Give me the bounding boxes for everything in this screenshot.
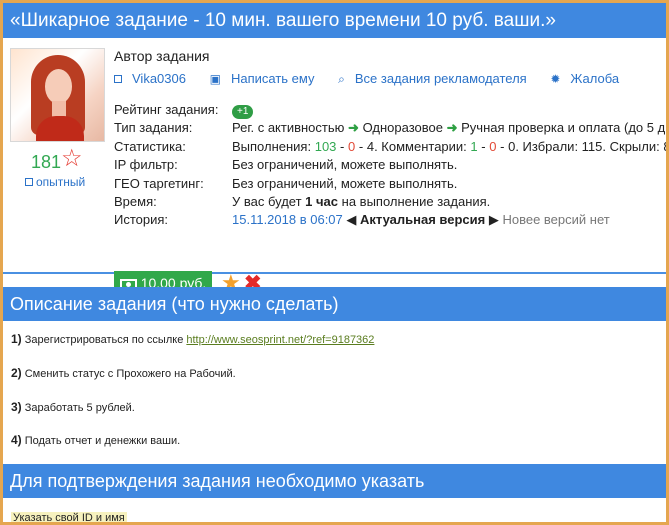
- rating-star-icon: ☆: [61, 145, 83, 172]
- avatar-dress: [36, 116, 84, 141]
- history-newer: Новее версий нет: [502, 212, 610, 227]
- description-step-4: 4) Подать отчет и денежки ваши.: [11, 433, 181, 447]
- description-step-2: 2) Сменить статус с Прохожего на Рабочий…: [11, 366, 236, 380]
- forward-arrow-icon: ▶: [488, 212, 499, 227]
- message-author-link[interactable]: ▣ Написать ему: [210, 71, 325, 86]
- description-step-1: 1) Зарегистрироваться по ссылке http://w…: [11, 332, 375, 346]
- info-label-rating: Рейтинг задания:: [114, 102, 219, 117]
- page-title: «Шикарное задание - 10 мин. вашего време…: [3, 3, 666, 38]
- complaint-link[interactable]: ✹ Жалоба: [550, 71, 629, 86]
- message-author-label: Написать ему: [230, 71, 315, 86]
- author-rating: 181: [31, 152, 62, 172]
- complaint-label: Жалоба: [570, 71, 620, 86]
- info-label-type: Тип задания:: [114, 120, 193, 135]
- back-arrow-icon: ◀: [346, 212, 357, 227]
- rating-badge: +1: [232, 102, 254, 119]
- info-label-stats: Статистика:: [114, 139, 186, 154]
- referral-link[interactable]: http://www.seosprint.net/?ref=9187362: [186, 334, 374, 346]
- info-value-type: Рег. с активностью ➜ Одноразовое ➜ Ручна…: [232, 120, 669, 135]
- user-icon: [114, 75, 122, 83]
- search-icon: ⌕: [338, 72, 345, 86]
- checkbox-icon: [25, 178, 33, 186]
- author-username: Vika0306: [132, 71, 186, 86]
- author-level[interactable]: опытный: [25, 175, 85, 189]
- all-tasks-label: Все задания рекламодателя: [354, 71, 527, 86]
- author-label: Автор задания: [114, 48, 210, 64]
- info-label-ip: IP фильтр:: [114, 157, 178, 172]
- history-current: Актуальная версия: [360, 212, 486, 227]
- task-card: «Шикарное задание - 10 мин. вашего време…: [0, 0, 669, 525]
- task-summary: 181 ☆ опытный Автор задания Vika0306 ▣ На…: [3, 38, 669, 296]
- info-value-history: 15.11.2018 в 06:07 ◀ Актуальная версия ▶…: [232, 212, 610, 228]
- history-date: 15.11.2018 в 06:07: [232, 212, 343, 227]
- confirmation-text: Указать свой ID и имя: [11, 512, 127, 524]
- confirmation-header: Для подтверждения задания необходимо ука…: [3, 464, 666, 498]
- info-value-stats: Выполнения: 103 - 0 - 4. Комментарии: 1 …: [232, 139, 666, 154]
- author-username-link[interactable]: Vika0306: [114, 71, 196, 86]
- info-label-geo: ГЕО таргетинг:: [114, 176, 204, 191]
- info-value-geo: Без ограничений, можете выполнять.: [232, 176, 458, 191]
- description-header: Описание задания (что нужно сделать): [3, 287, 666, 321]
- chat-icon: ▣: [209, 72, 221, 86]
- info-value-ip: Без ограничений, можете выполнять.: [232, 157, 458, 172]
- info-label-history: История:: [114, 212, 169, 227]
- author-level-label: опытный: [36, 175, 86, 189]
- all-tasks-link[interactable]: ⌕ Все задания рекламодателя: [338, 71, 537, 87]
- info-label-time: Время:: [114, 194, 157, 209]
- avatar[interactable]: [10, 48, 105, 142]
- avatar-face: [45, 69, 72, 104]
- bug-icon: ✹: [550, 72, 561, 86]
- author-links: Vika0306 ▣ Написать ему ⌕ Все задания рекл…: [114, 71, 639, 87]
- info-value-time: У вас будет 1 час на выполнение задания.: [232, 194, 491, 209]
- description-step-3: 3) Заработать 5 рублей.: [11, 400, 135, 414]
